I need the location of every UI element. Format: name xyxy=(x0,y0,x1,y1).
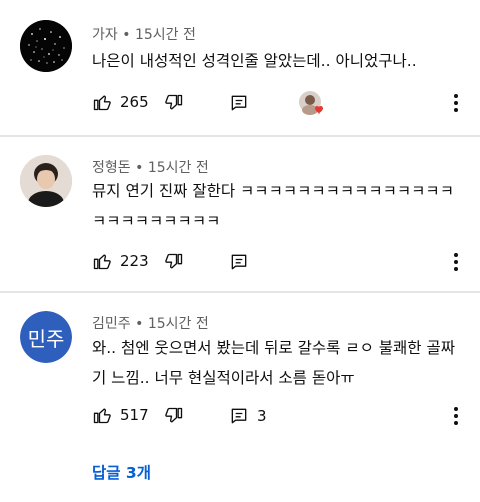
more-vertical-icon xyxy=(454,253,458,271)
thumbs-up-icon xyxy=(93,254,111,270)
author-name[interactable]: 가자 xyxy=(92,27,118,43)
comment-actions: 517 3 xyxy=(0,401,480,431)
reply-button[interactable] xyxy=(229,93,249,113)
thumbs-down-icon xyxy=(165,94,183,110)
like-button[interactable]: 517 xyxy=(92,405,149,425)
dislike-button[interactable] xyxy=(164,406,184,426)
meta-separator: • xyxy=(135,316,148,332)
more-actions-button[interactable] xyxy=(450,405,462,427)
thumbs-up-icon xyxy=(93,95,111,111)
avatar-initials: 민주 xyxy=(27,326,65,351)
comment-1: 가자 • 15시간 전 나은이 내성적인 성격인줄 알았는데.. 아니었구나..… xyxy=(0,0,480,135)
comment-3: 민주 김민주 • 15시간 전 와.. 첨엔 웃으면서 봤는데 뒤로 갈수록 ㄹ… xyxy=(0,293,480,502)
meta-separator: • xyxy=(122,27,135,43)
comment-time: 15시간 전 xyxy=(134,27,196,43)
reply-button[interactable] xyxy=(229,252,249,272)
reply-button[interactable]: 3 xyxy=(229,406,267,426)
meta-separator: • xyxy=(135,160,148,176)
comment-meta: 정형돈 • 15시간 전 xyxy=(92,157,209,177)
comment-meta: 김민주 • 15시간 전 xyxy=(92,313,209,333)
more-vertical-icon xyxy=(454,407,458,425)
comment-actions: 265 xyxy=(0,88,480,118)
more-actions-button[interactable] xyxy=(450,251,462,273)
avatar[interactable] xyxy=(20,20,72,72)
thumbs-down-icon xyxy=(165,253,183,269)
like-button[interactable]: 223 xyxy=(92,251,149,271)
avatar[interactable] xyxy=(20,155,72,207)
comment-text: 나은이 내성적인 성격인줄 알았는데.. 아니었구나.. xyxy=(92,52,417,70)
dislike-button[interactable] xyxy=(164,252,184,272)
like-count: 223 xyxy=(120,252,149,270)
comment-2: 정형돈 • 15시간 전 뮤지 연기 진짜 잘한다 ㅋㅋㅋㅋㅋㅋㅋㅋㅋㅋㅋㅋㅋㅋ… xyxy=(0,137,480,291)
comment-list: 가자 • 15시간 전 나은이 내성적인 성격인줄 알았는데.. 아니었구나..… xyxy=(0,0,480,502)
like-count: 517 xyxy=(120,406,149,424)
avatar[interactable]: 민주 xyxy=(20,311,72,363)
comment-time: 15시간 전 xyxy=(147,160,209,176)
profile-photo-avatar-image xyxy=(20,155,72,207)
comment-meta: 가자 • 15시간 전 xyxy=(92,24,196,44)
reply-count: 3 xyxy=(257,407,267,425)
thumbs-up-icon xyxy=(93,408,111,424)
dislike-button[interactable] xyxy=(164,93,184,113)
more-vertical-icon xyxy=(454,94,458,112)
creator-heart-badge xyxy=(298,90,326,116)
creator-heart-icon xyxy=(299,91,323,115)
comment-text: 뮤지 연기 진짜 잘한다 ㅋㅋㅋㅋㅋㅋㅋㅋㅋㅋㅋㅋㅋㅋㅋㅋㅋㅋㅋㅋㅋㅋㅋㅋ xyxy=(92,182,454,230)
author-name[interactable]: 정형돈 xyxy=(92,160,131,176)
reply-icon xyxy=(231,254,247,270)
thumbs-down-icon xyxy=(165,407,183,423)
author-name[interactable]: 김민주 xyxy=(92,316,131,332)
more-actions-button[interactable] xyxy=(450,92,462,114)
comment-time: 15시간 전 xyxy=(147,316,209,332)
view-replies-link[interactable]: 답글 3개 xyxy=(92,461,151,483)
comment-actions: 223 xyxy=(0,247,480,277)
like-count: 265 xyxy=(120,93,149,111)
reply-icon xyxy=(231,95,247,111)
comment-text: 와.. 첨엔 웃으면서 봤는데 뒤로 갈수록 ㄹㅇ 불쾌한 골짜기 느낌.. 너… xyxy=(92,339,455,387)
reply-icon xyxy=(231,408,247,424)
starfield-avatar-image xyxy=(20,20,72,72)
like-button[interactable]: 265 xyxy=(92,92,149,112)
